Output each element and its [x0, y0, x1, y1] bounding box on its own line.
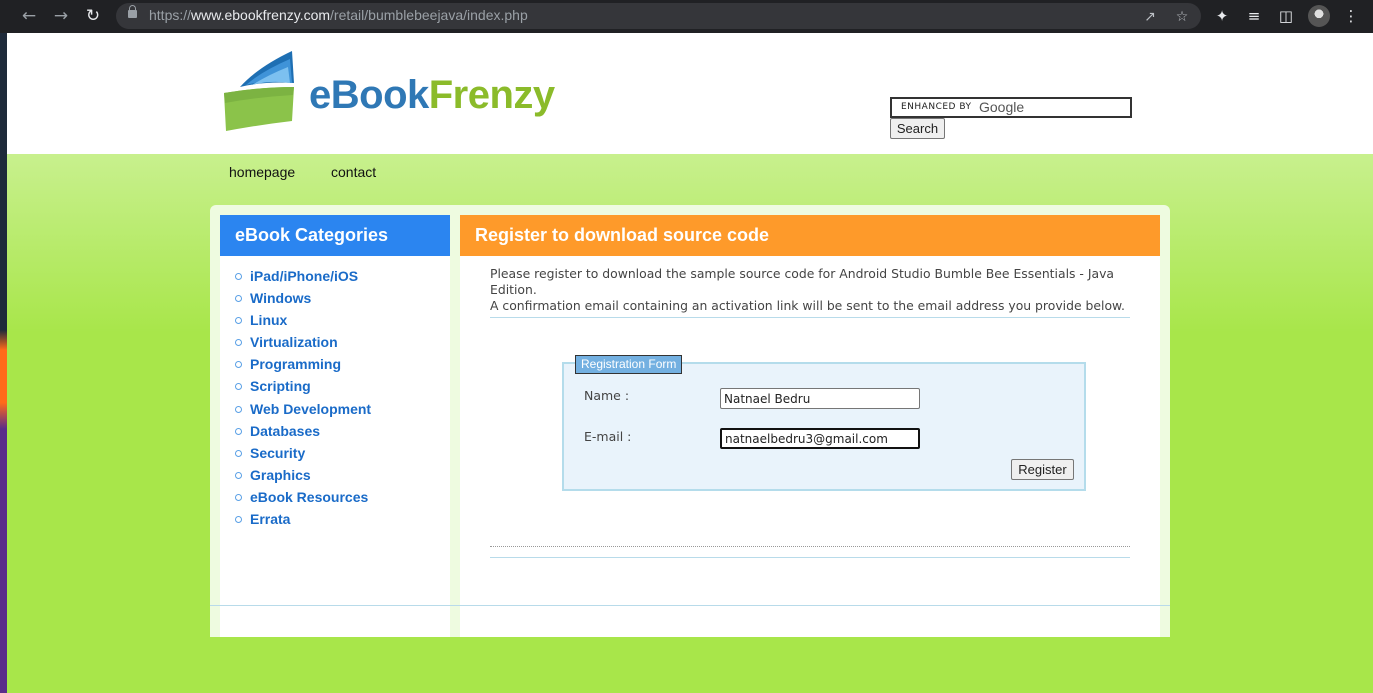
registration-form: Registration Form Name : E-mail : Regist…: [562, 355, 1086, 491]
category-scripting[interactable]: Scripting: [235, 378, 311, 394]
category-programming[interactable]: Programming: [235, 356, 341, 372]
bullet-icon: [235, 295, 242, 302]
divider: [490, 317, 1130, 318]
enhanced-by-label: ENHANCED BY: [901, 102, 972, 112]
category-ipad-iphone-ios[interactable]: iPad/iPhone/iOS: [235, 268, 358, 284]
form-legend: Registration Form: [575, 355, 683, 374]
divider: [490, 557, 1130, 558]
site-header: eBookFrenzy ENHANCED BY Google Search: [7, 33, 1373, 154]
extensions-puzzle-icon[interactable]: ✦: [1212, 6, 1232, 26]
back-icon[interactable]: ←: [16, 4, 42, 28]
email-label: E-mail :: [584, 429, 632, 444]
browser-toolbar: ← → ↻ https://www.ebookfrenzy.com/retail…: [0, 0, 1373, 33]
category-linux[interactable]: Linux: [235, 312, 287, 328]
dotted-divider: [490, 546, 1130, 547]
category-security[interactable]: Security: [235, 445, 305, 461]
name-label: Name :: [584, 388, 630, 403]
desktop-edge: [0, 33, 7, 693]
page-title: Register to download source code: [460, 215, 1160, 256]
bookmark-star-icon[interactable]: ☆: [1173, 8, 1191, 26]
category-windows[interactable]: Windows: [235, 290, 311, 306]
reload-icon[interactable]: ↻: [80, 4, 106, 28]
category-ebook-resources[interactable]: eBook Resources: [235, 489, 368, 505]
category-databases[interactable]: Databases: [235, 423, 320, 439]
bullet-icon: [235, 339, 242, 346]
bullet-icon: [235, 406, 242, 413]
sidebar-title: eBook Categories: [220, 215, 450, 256]
bullet-icon: [235, 472, 242, 479]
email-field[interactable]: [720, 428, 920, 449]
register-button[interactable]: Register: [1011, 459, 1074, 480]
category-graphics[interactable]: Graphics: [235, 467, 311, 483]
nav-contact[interactable]: contact: [331, 164, 376, 180]
nav-homepage[interactable]: homepage: [229, 164, 295, 180]
bullet-icon: [235, 317, 242, 324]
name-field[interactable]: [720, 388, 920, 409]
footer-divider: [210, 605, 1170, 606]
ebook-logo-icon[interactable]: [220, 47, 300, 131]
site-logo-text[interactable]: eBookFrenzy: [309, 73, 555, 118]
lock-icon[interactable]: [128, 5, 137, 18]
bullet-icon: [235, 383, 242, 390]
url-text[interactable]: https://www.ebookfrenzy.com/retail/bumbl…: [149, 7, 528, 23]
media-playlist-icon[interactable]: ≡: [1244, 6, 1264, 26]
bullet-icon: [235, 516, 242, 523]
bullet-icon: [235, 450, 242, 457]
profile-avatar[interactable]: [1308, 5, 1330, 27]
google-search-input[interactable]: ENHANCED BY Google: [890, 97, 1132, 118]
category-errata[interactable]: Errata: [235, 511, 290, 527]
search-button[interactable]: Search: [890, 118, 945, 139]
side-panel-icon[interactable]: ◫: [1276, 6, 1296, 26]
address-bar[interactable]: https://www.ebookfrenzy.com/retail/bumbl…: [116, 3, 1201, 29]
bullet-icon: [235, 273, 242, 280]
category-virtualization[interactable]: Virtualization: [235, 334, 338, 350]
forward-icon[interactable]: →: [48, 4, 74, 28]
share-icon[interactable]: ↗: [1141, 8, 1159, 26]
bullet-icon: [235, 361, 242, 368]
bullet-icon: [235, 428, 242, 435]
main-content: Register to download source code Please …: [460, 215, 1160, 637]
intro-text: Please register to download the sample s…: [490, 266, 1125, 313]
bullet-icon: [235, 494, 242, 501]
google-brand: Google: [979, 99, 1025, 115]
menu-kebab-icon[interactable]: ⋮: [1341, 6, 1361, 26]
category-sidebar: eBook Categories iPad/iPhone/iOS Windows…: [220, 215, 450, 637]
category-web-development[interactable]: Web Development: [235, 401, 371, 417]
web-page: eBookFrenzy ENHANCED BY Google Search ho…: [7, 33, 1373, 693]
